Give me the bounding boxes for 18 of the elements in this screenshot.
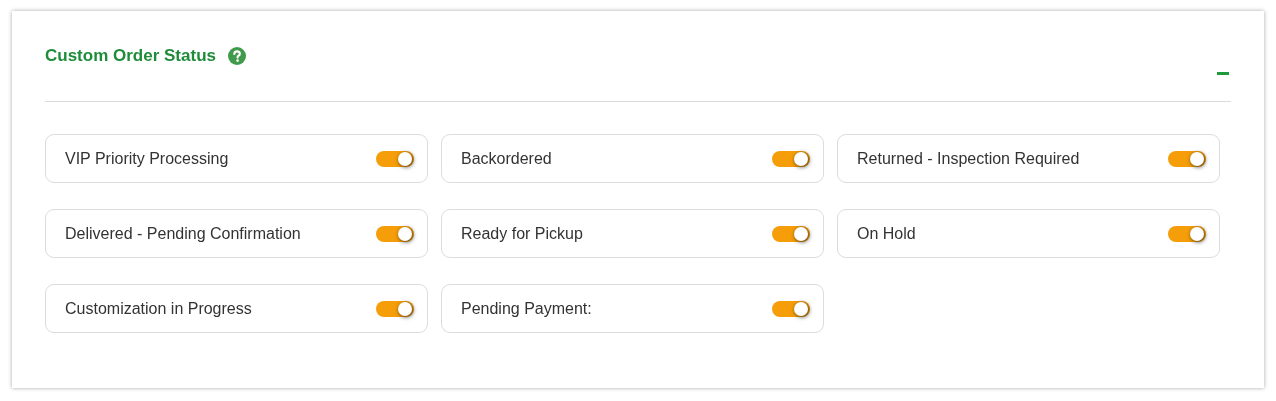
status-toggle[interactable] <box>1168 150 1206 167</box>
status-label: On Hold <box>857 224 916 243</box>
panel-title: Custom Order Status <box>45 46 216 66</box>
help-icon[interactable] <box>228 47 246 65</box>
status-label: Pending Payment: <box>461 299 592 318</box>
status-toggle[interactable] <box>772 150 810 167</box>
status-label: Returned - Inspection Required <box>857 149 1080 168</box>
status-toggle[interactable] <box>772 225 810 242</box>
status-label: VIP Priority Processing <box>65 149 229 168</box>
status-toggle[interactable] <box>376 150 414 167</box>
status-toggle[interactable] <box>376 300 414 317</box>
status-toggle[interactable] <box>376 225 414 242</box>
status-label: Delivered - Pending Confirmation <box>65 224 301 243</box>
status-toggle[interactable] <box>1168 225 1206 242</box>
status-label: Customization in Progress <box>65 299 252 318</box>
status-label: Backordered <box>461 149 552 168</box>
status-toggle[interactable] <box>772 300 810 317</box>
status-label: Ready for Pickup <box>461 224 583 243</box>
